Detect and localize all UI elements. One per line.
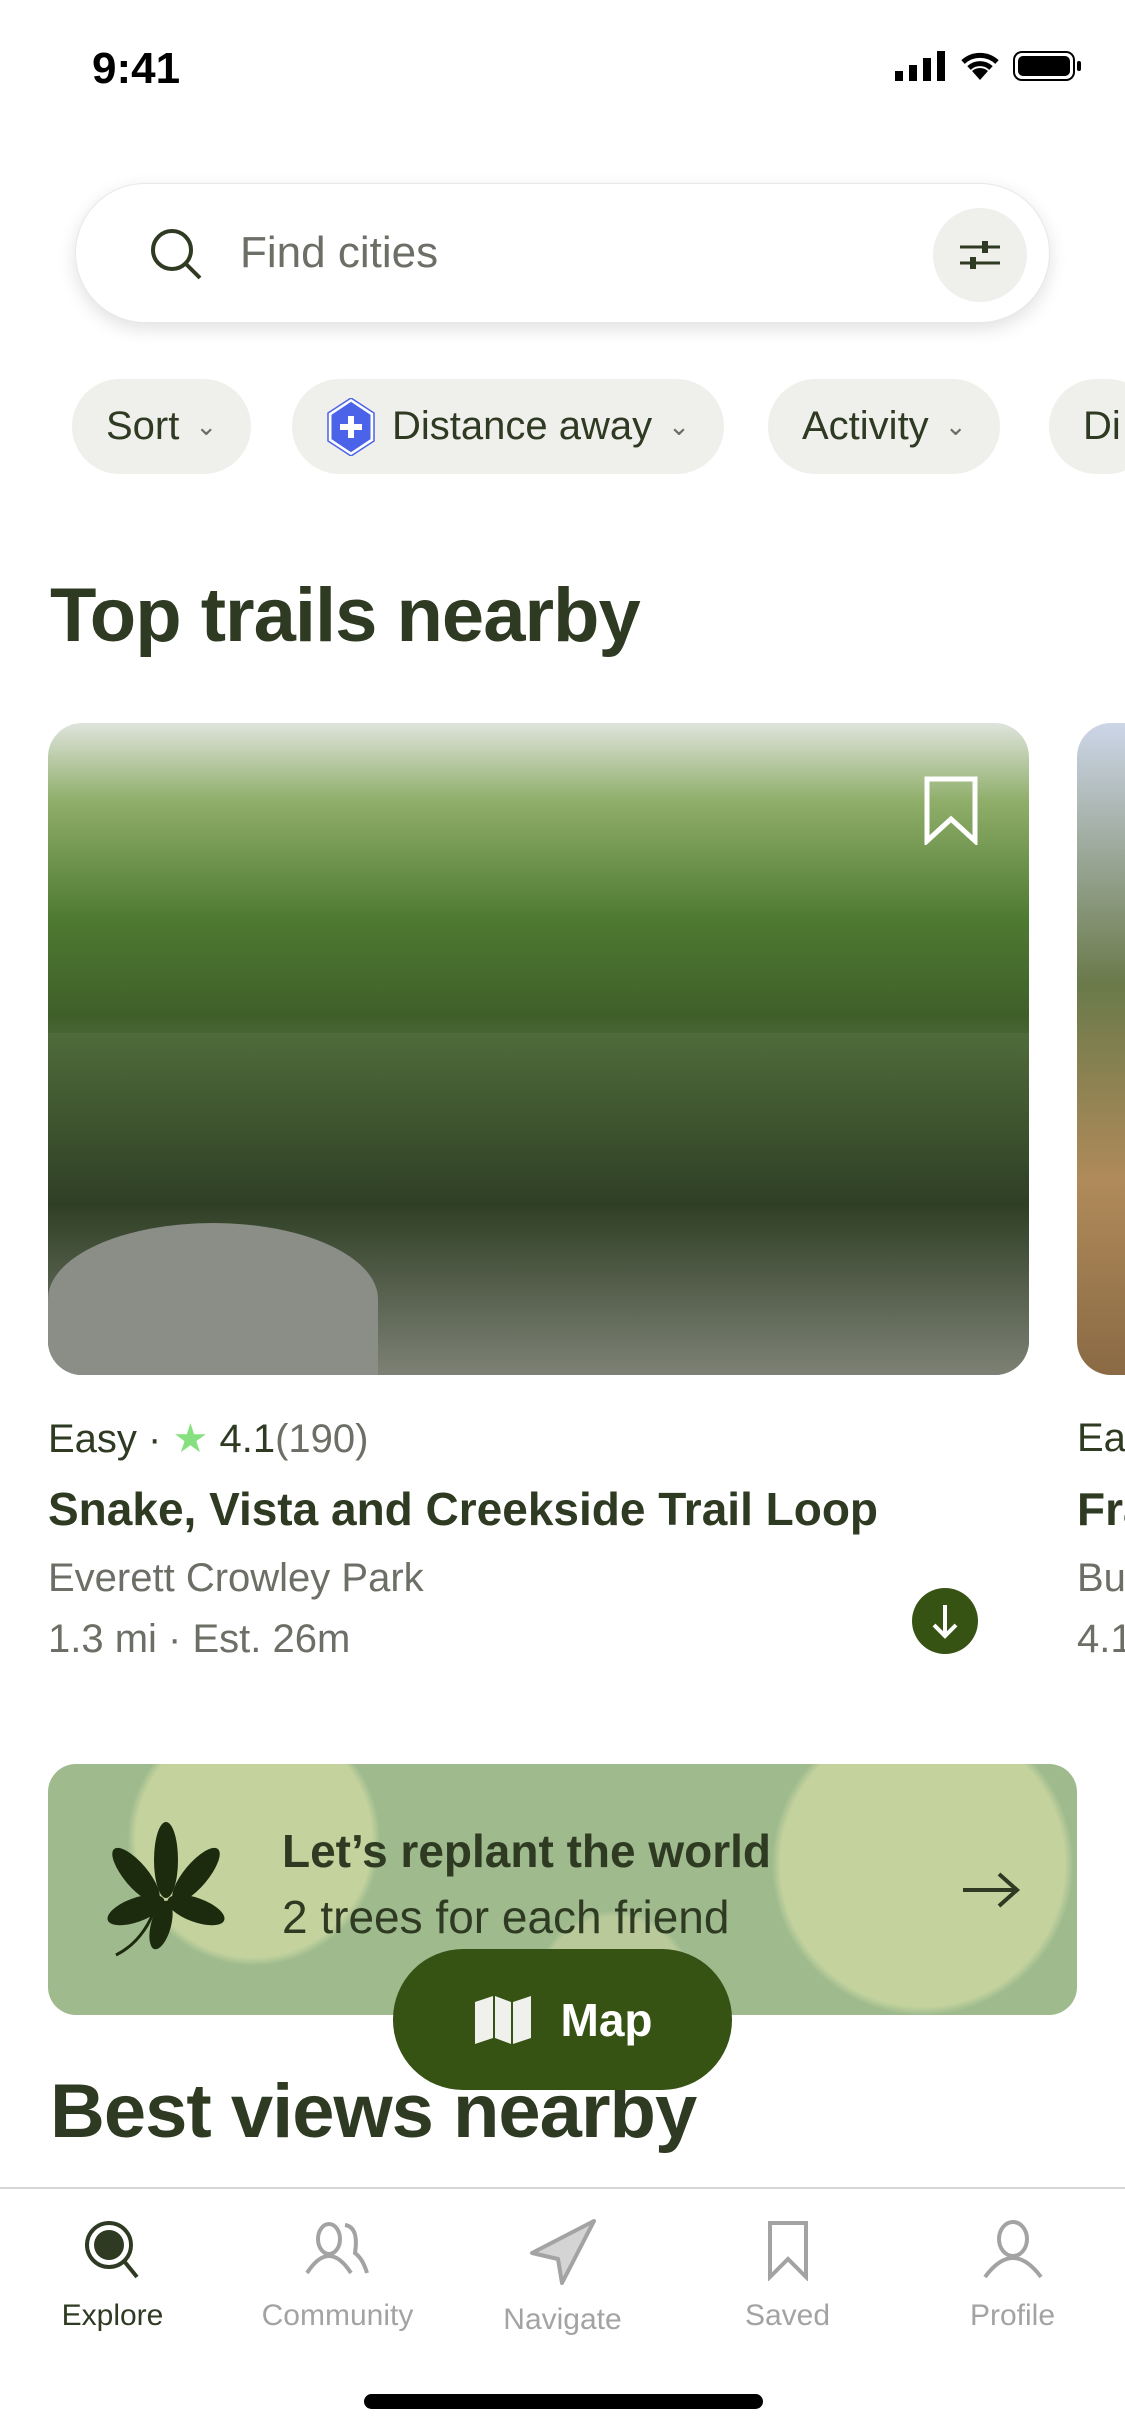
chevron-down-icon: ⌄ — [944, 411, 967, 441]
trail-park: Everett Crowley Park — [48, 1556, 424, 1600]
chip-label: Activity — [802, 404, 929, 448]
chip-label: Sort — [106, 404, 180, 448]
chip-difficulty[interactable]: Di — [1049, 379, 1125, 474]
next-trail-name[interactable]: Fra — [1077, 1482, 1125, 1536]
tab-navigate[interactable]: Navigate — [450, 2219, 675, 2337]
next-trail-park: Bu — [1077, 1556, 1125, 1600]
leaf-icon — [107, 1822, 225, 1957]
banner-title: Let’s replant the world — [282, 1825, 772, 1877]
shield-plus-icon — [327, 397, 375, 456]
tab-explore[interactable]: Explore — [0, 2219, 225, 2333]
community-icon — [304, 2222, 369, 2275]
trail-difficulty: Easy — [48, 1417, 137, 1461]
trail-name[interactable]: Snake, Vista and Creekside Trail Loop — [48, 1482, 878, 1536]
status-time: 9:41 — [92, 44, 181, 93]
search-placeholder: Find cities — [240, 228, 439, 277]
chip-label: Di — [1083, 404, 1121, 448]
chip-activity[interactable]: Activity ⌄ — [768, 379, 1001, 474]
status-icons — [895, 50, 1083, 82]
tab-saved[interactable]: Saved — [675, 2219, 900, 2333]
tab-community[interactable]: Community — [225, 2219, 450, 2333]
search-icon — [151, 229, 202, 280]
bookmark-icon[interactable] — [923, 775, 979, 845]
filter-button[interactable] — [933, 208, 1027, 302]
chevron-down-icon: ⌄ — [195, 411, 218, 441]
trail-meta: Easy · ★ 4.1(190) — [48, 1417, 369, 1461]
map-icon — [474, 1995, 531, 2044]
trail-rating: 4.1 — [219, 1417, 276, 1461]
sliders-icon — [960, 241, 1000, 269]
search-bar[interactable]: Find cities — [75, 183, 1050, 323]
download-button[interactable] — [912, 1588, 978, 1654]
trail-photo[interactable] — [48, 723, 1029, 1375]
next-trail-stats: 4.1 — [1077, 1617, 1125, 1661]
chip-distance[interactable]: Distance away ⌄ — [292, 379, 724, 474]
navigate-arrow-icon — [529, 2219, 596, 2285]
search-icon — [84, 2221, 139, 2279]
tab-profile[interactable]: Profile — [900, 2219, 1125, 2333]
map-button-label: Map — [560, 1993, 653, 2046]
home-indicator — [364, 2394, 763, 2409]
next-trail-difficulty: Eas — [1077, 1416, 1125, 1460]
banner-subtitle: 2 trees for each friend — [282, 1891, 730, 1943]
section-title-top-trails: Top trails nearby — [50, 573, 641, 658]
bookmark-icon — [767, 2221, 808, 2281]
wifi-icon — [961, 52, 999, 80]
chip-label: Distance away — [392, 404, 653, 448]
trail-stats: 1.3 mi · Est. 26m — [48, 1617, 351, 1661]
signal-icon — [895, 51, 945, 81]
battery-icon — [1013, 51, 1081, 81]
trail-reviews: (190) — [275, 1417, 369, 1461]
next-trail-photo[interactable] — [1077, 723, 1125, 1375]
profile-icon — [982, 2220, 1043, 2279]
chip-sort[interactable]: Sort ⌄ — [72, 379, 252, 474]
star-icon: ★ — [172, 1417, 209, 1461]
map-button[interactable]: Map — [393, 1949, 732, 2090]
arrow-down-icon — [932, 1605, 958, 1639]
arrow-right-icon — [963, 1872, 1021, 1908]
chevron-down-icon: ⌄ — [668, 411, 690, 441]
